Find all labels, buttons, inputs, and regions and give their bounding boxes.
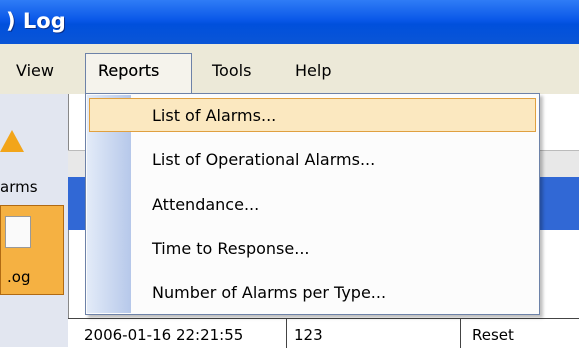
sidebar-log-button[interactable]: .og (0, 205, 64, 295)
menu-view[interactable]: View (16, 61, 54, 80)
column-divider (286, 319, 287, 348)
table-row[interactable]: 2006-01-16 22:21:55 123 Reset (68, 318, 579, 348)
menu-tools[interactable]: Tools (212, 61, 251, 80)
menu-item-list-of-operational-alarms[interactable]: List of Operational Alarms... (152, 150, 375, 169)
menu-item-attendance[interactable]: Attendance... (152, 195, 259, 214)
cell-id: 123 (294, 326, 323, 344)
sidebar-log-label: .og (7, 268, 31, 286)
document-icon (5, 216, 31, 248)
menu-reports[interactable]: Reports (98, 61, 159, 80)
title-bar: ) Log (0, 0, 579, 44)
reports-dropdown-menu: List of Alarms... List of Operational Al… (85, 93, 540, 315)
warning-icon (0, 130, 24, 152)
cell-timestamp: 2006-01-16 22:21:55 (84, 326, 244, 344)
menu-item-time-to-response[interactable]: Time to Response... (152, 239, 310, 258)
window-title: ) Log (6, 9, 66, 33)
menu-item-number-of-alarms-per-type[interactable]: Number of Alarms per Type... (152, 283, 386, 302)
column-divider (460, 319, 461, 348)
sidebar-alarms-label[interactable]: arms (0, 178, 38, 196)
menu-help[interactable]: Help (295, 61, 331, 80)
cell-action: Reset (472, 326, 514, 344)
menu-item-list-of-alarms[interactable]: List of Alarms... (152, 106, 276, 125)
